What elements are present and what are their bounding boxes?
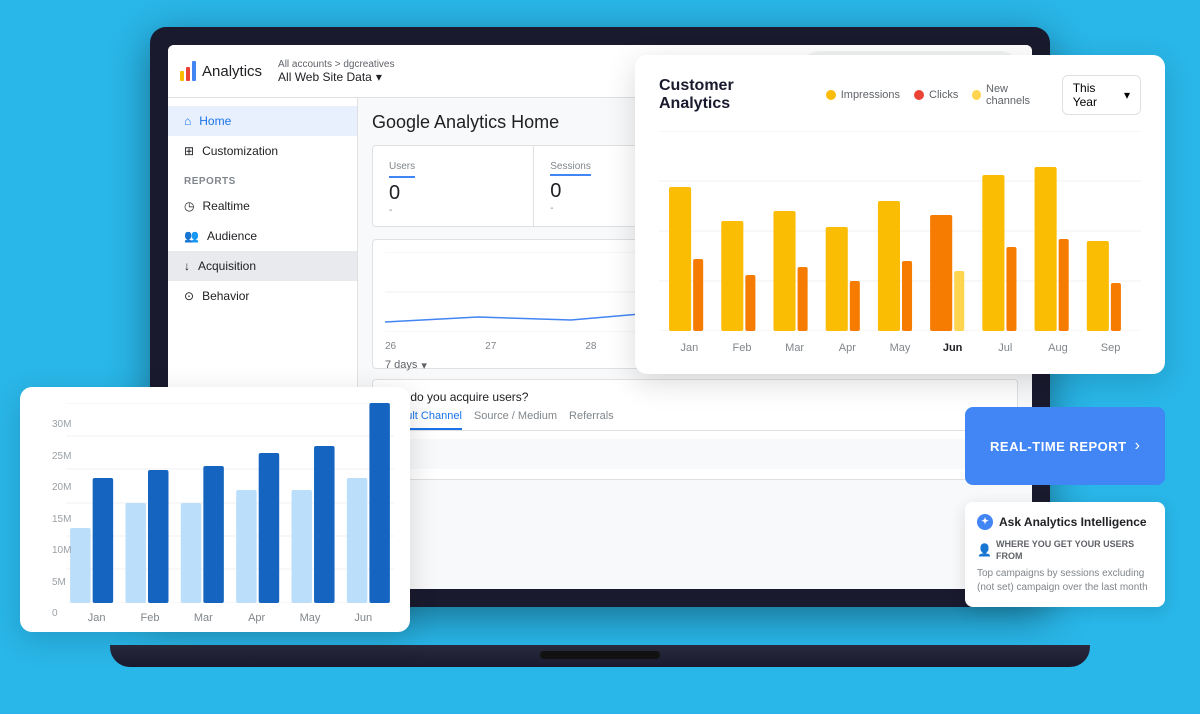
ca-x-labels: Jan Feb Mar Apr May Jun Jul Aug Sep bbox=[659, 342, 1141, 354]
users-label: Users bbox=[389, 161, 415, 178]
ga-title: Analytics bbox=[202, 63, 262, 80]
fc-x-jun: Jun bbox=[338, 612, 388, 624]
impressions-dot bbox=[826, 90, 836, 100]
user-icon: 👤 bbox=[977, 542, 992, 559]
ca-legend: Impressions Clicks New channels bbox=[826, 83, 1046, 107]
legend-clicks: Clicks bbox=[914, 83, 958, 107]
metric-users: Users 0 - bbox=[373, 146, 534, 226]
fc-x-jan: Jan bbox=[72, 612, 122, 624]
ca-x-apr: Apr bbox=[822, 342, 872, 354]
ca-header: Customer Analytics Impressions Clicks Ne… bbox=[659, 75, 1141, 115]
nav-customization[interactable]: ⊞ Customization bbox=[168, 136, 357, 166]
ga-acquisition-section: How do you acquire users? Default Channe… bbox=[372, 379, 1018, 480]
nav-audience[interactable]: 👥 Audience bbox=[168, 221, 357, 251]
nav-section-reports: REPORTS bbox=[168, 166, 357, 191]
ask-analytics-content: 👤 WHERE YOU GET YOUR USERS FROM Top camp… bbox=[977, 538, 1153, 595]
customization-icon: ⊞ bbox=[184, 144, 194, 158]
laptop-wrapper: Customer Analytics Impressions Clicks Ne… bbox=[75, 27, 1125, 687]
fc-x-may: May bbox=[285, 612, 335, 624]
ga-acquisition-tabs: Default Channel Source / Medium Referral… bbox=[383, 410, 1007, 431]
nav-home[interactable]: ⌂ Home bbox=[168, 106, 357, 136]
ca-title: Customer Analytics bbox=[659, 77, 802, 113]
legend-new-channels: New channels bbox=[972, 83, 1045, 107]
nav-behavior[interactable]: ⊙ Behavior bbox=[168, 281, 357, 311]
fc-x-mar: Mar bbox=[178, 612, 228, 624]
ca-x-may: May bbox=[875, 342, 925, 354]
ca-x-feb: Feb bbox=[717, 342, 767, 354]
ask-analytics-card: ✦ Ask Analytics Intelligence 👤 WHERE YOU… bbox=[965, 502, 1165, 607]
ca-x-jul: Jul bbox=[980, 342, 1030, 354]
ca-x-aug: Aug bbox=[1033, 342, 1083, 354]
ca-x-jun: Jun bbox=[928, 342, 978, 354]
logo-bar1 bbox=[180, 71, 184, 81]
realtime-report-button[interactable]: REAL-TIME REPORT › bbox=[965, 407, 1165, 485]
floating-chart-card: 30M 25M 20M 15M 10M 5M 0 bbox=[20, 387, 410, 632]
acquisition-title: How do you acquire users? bbox=[383, 390, 1007, 404]
acquisition-icon: ↓ bbox=[184, 259, 190, 273]
customer-analytics-chart bbox=[659, 131, 1141, 331]
audience-icon: 👥 bbox=[184, 229, 199, 243]
new-channels-dot bbox=[972, 90, 981, 100]
period-select[interactable]: This Year ▾ bbox=[1062, 75, 1141, 115]
users-value: 0 bbox=[389, 182, 517, 205]
laptop-base bbox=[110, 645, 1090, 667]
fc-chart-container: 30M 25M 20M 15M 10M 5M 0 bbox=[36, 403, 394, 608]
logo-bar3 bbox=[192, 61, 196, 81]
realtime-arrow-icon: › bbox=[1135, 437, 1140, 455]
behavior-icon: ⊙ bbox=[184, 289, 194, 303]
ask-analytics-icon: ✦ bbox=[977, 514, 993, 530]
last-days-selector[interactable]: 7 days ▾ bbox=[385, 359, 427, 372]
ca-x-sep: Sep bbox=[1086, 342, 1136, 354]
ask-analytics-row: 👤 WHERE YOU GET YOUR USERS FROM bbox=[977, 538, 1153, 563]
ga-property: All Web Site Data ▾ bbox=[278, 70, 394, 84]
sessions-label: Sessions bbox=[550, 161, 591, 176]
tab-source-medium[interactable]: Source / Medium bbox=[474, 410, 557, 430]
ga-logo: Analytics bbox=[180, 61, 262, 81]
ask-analytics-title: ✦ Ask Analytics Intelligence bbox=[977, 514, 1153, 530]
logo-bar2 bbox=[186, 67, 190, 81]
acquisition-table-placeholder bbox=[383, 439, 1007, 469]
tab-referrals[interactable]: Referrals bbox=[569, 410, 614, 430]
home-icon: ⌂ bbox=[184, 114, 191, 128]
floating-bar-chart bbox=[66, 403, 394, 603]
ga-logo-icon bbox=[180, 61, 196, 81]
nav-acquisition[interactable]: ↓ Acquisition bbox=[168, 251, 357, 281]
fc-x-labels: Jan Feb Mar Apr May Jun bbox=[66, 612, 394, 624]
ca-x-mar: Mar bbox=[770, 342, 820, 354]
fc-x-apr: Apr bbox=[232, 612, 282, 624]
fc-y-labels: 30M 25M 20M 15M 10M 5M 0 bbox=[52, 419, 71, 619]
clicks-dot bbox=[914, 90, 924, 100]
fc-x-feb: Feb bbox=[125, 612, 175, 624]
days-dropdown-icon: ▾ bbox=[421, 359, 427, 372]
customer-analytics-card: Customer Analytics Impressions Clicks Ne… bbox=[635, 55, 1165, 374]
ca-x-jan: Jan bbox=[664, 342, 714, 354]
legend-impressions: Impressions bbox=[826, 83, 900, 107]
realtime-icon: ◷ bbox=[184, 199, 194, 213]
nav-realtime[interactable]: ◷ Realtime bbox=[168, 191, 357, 221]
ga-account-block: All accounts > dgcreatives All Web Site … bbox=[278, 59, 394, 84]
